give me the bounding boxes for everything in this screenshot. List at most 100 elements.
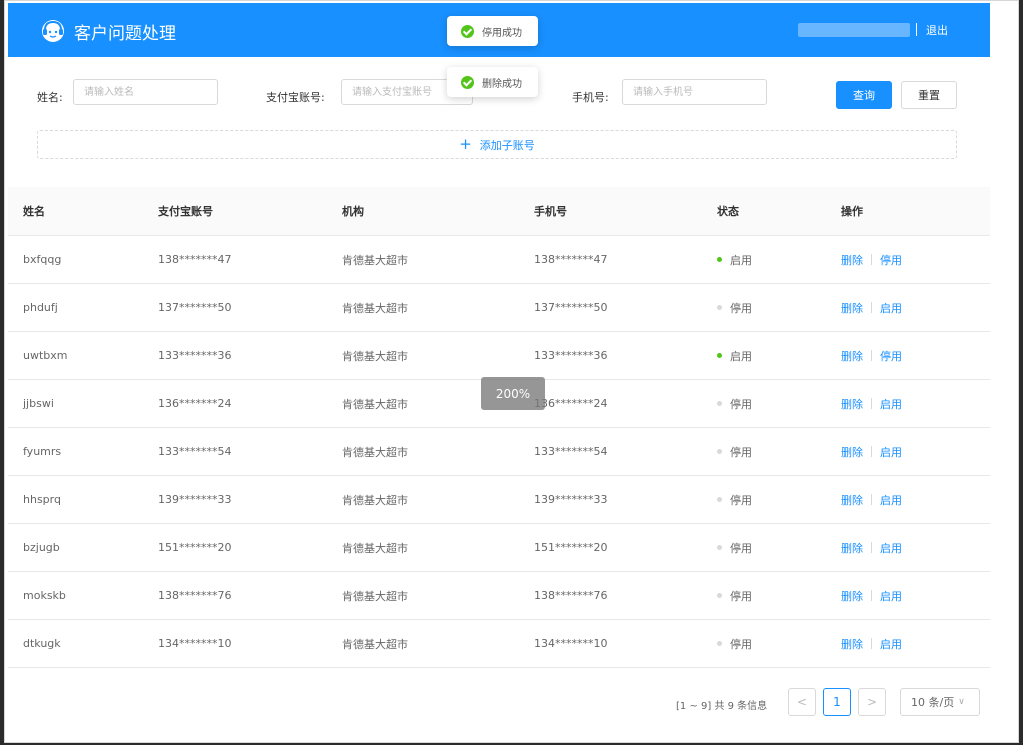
cell-org: 肯德基大超市	[342, 397, 408, 411]
pagination-info: [1 ~ 9] 共 9 条信息	[676, 701, 768, 712]
cell-alipay: 137*******50	[158, 301, 232, 314]
logout-link[interactable]: 退出	[926, 22, 948, 38]
cell-org: 肯德基大超市	[342, 301, 408, 315]
delete-link[interactable]: 删除	[841, 300, 863, 316]
toggle-status-link[interactable]: 停用	[880, 348, 902, 364]
zoom-indicator: 200%	[481, 377, 545, 410]
prev-page-button[interactable]: <	[788, 688, 816, 716]
delete-link[interactable]: 删除	[841, 636, 863, 652]
page-size-value: 10 条/页	[911, 696, 955, 709]
delete-link[interactable]: 删除	[841, 588, 863, 604]
cell-alipay: 138*******76	[158, 589, 232, 602]
action-divider	[871, 350, 872, 361]
toggle-status-link[interactable]: 启用	[880, 636, 902, 652]
table-row: mokskb 138*******76 肯德基大超市 138*******76 停用 删除…	[8, 572, 990, 620]
sub-account-table: 姓名 支付宝账号 机构 手机号 状态 操作 bxfqqg 138*******47…	[8, 187, 990, 668]
cell-phone: 134*******10	[534, 637, 608, 650]
toggle-status-link[interactable]: 停用	[880, 252, 902, 268]
header-divider	[916, 23, 917, 36]
reset-button[interactable]: 重置	[901, 81, 957, 109]
toggle-status-link[interactable]: 启用	[880, 300, 902, 316]
add-sub-account-label: 添加子账号	[479, 138, 535, 152]
name-input[interactable]	[73, 79, 218, 105]
cell-alipay: 136*******24	[158, 397, 232, 410]
column-header-phone: 手机号	[534, 205, 567, 218]
delete-link[interactable]: 删除	[841, 540, 863, 556]
toggle-status-link[interactable]: 启用	[880, 396, 902, 412]
page-1-button[interactable]: 1	[823, 688, 851, 716]
toast-text: 停用成功	[482, 27, 522, 39]
status-text: 启用	[730, 349, 752, 363]
status-dot-icon	[717, 401, 722, 406]
user-name-blurred	[798, 23, 910, 37]
cell-actions: 删除 启用	[841, 540, 902, 556]
toast-disable-success: 停用成功	[447, 16, 538, 46]
cell-actions: 删除 启用	[841, 492, 902, 508]
cell-org: 肯德基大超市	[342, 541, 408, 555]
delete-link[interactable]: 删除	[841, 492, 863, 508]
customer-service-logo-icon	[42, 20, 64, 42]
cell-name: phdufj	[23, 301, 58, 314]
table-row: phdufj 137*******50 肯德基大超市 137*******50 停用 删除…	[8, 284, 990, 332]
cell-org: 肯德基大超市	[342, 493, 408, 507]
status-dot-icon	[717, 353, 722, 358]
cell-org: 肯德基大超市	[342, 445, 408, 459]
table-row: bzjugb 151*******20 肯德基大超市 151*******20 停用 删除…	[8, 524, 990, 572]
column-header-alipay: 支付宝账号	[158, 205, 213, 218]
cell-alipay: 151*******20	[158, 541, 232, 554]
toggle-status-link[interactable]: 启用	[880, 540, 902, 556]
cell-status: 启用	[717, 252, 752, 268]
delete-link[interactable]: 删除	[841, 252, 863, 268]
cell-org: 肯德基大超市	[342, 589, 408, 603]
cell-status: 启用	[717, 348, 752, 364]
toggle-status-link[interactable]: 启用	[880, 444, 902, 460]
action-divider	[871, 590, 872, 601]
cell-actions: 删除 启用	[841, 444, 902, 460]
column-header-status: 状态	[717, 205, 739, 218]
cell-actions: 删除 启用	[841, 300, 902, 316]
delete-link[interactable]: 删除	[841, 348, 863, 364]
success-check-icon	[461, 75, 474, 89]
status-text: 停用	[730, 541, 752, 555]
status-dot-icon	[717, 545, 722, 550]
add-sub-account-button[interactable]: + 添加子账号	[37, 130, 957, 159]
action-divider	[871, 446, 872, 457]
status-text: 停用	[730, 493, 752, 507]
name-filter-label: 姓名:	[37, 91, 63, 104]
query-button[interactable]: 查询	[836, 81, 892, 109]
status-dot-icon	[717, 497, 722, 502]
column-header-org: 机构	[342, 205, 364, 218]
cell-name: dtkugk	[23, 637, 61, 650]
action-divider	[871, 254, 872, 265]
phone-input[interactable]	[622, 79, 767, 105]
action-divider	[871, 494, 872, 505]
cell-name: mokskb	[23, 589, 66, 602]
cell-alipay: 134*******10	[158, 637, 232, 650]
cell-name: bxfqqg	[23, 253, 62, 266]
column-header-name: 姓名	[23, 205, 45, 218]
table-row: hhsprq 139*******33 肯德基大超市 139*******33 停用 删除…	[8, 476, 990, 524]
table-row: fyumrs 133*******54 肯德基大超市 133*******54 停用 删除…	[8, 428, 990, 476]
toggle-status-link[interactable]: 启用	[880, 588, 902, 604]
action-divider	[871, 542, 872, 553]
plus-icon: +	[459, 135, 472, 153]
app-title: 客户问题处理	[74, 24, 176, 44]
status-text: 停用	[730, 637, 752, 651]
delete-link[interactable]: 删除	[841, 396, 863, 412]
next-page-button[interactable]: >	[858, 688, 886, 716]
table-header: 姓名 支付宝账号 机构 手机号 状态 操作	[8, 187, 990, 236]
cell-name: hhsprq	[23, 493, 61, 506]
cell-actions: 删除 启用	[841, 396, 902, 412]
status-dot-icon	[717, 449, 722, 454]
toggle-status-link[interactable]: 启用	[880, 492, 902, 508]
cell-phone: 137*******50	[534, 301, 608, 314]
cell-name: uwtbxm	[23, 349, 68, 362]
page-size-select[interactable]: 10 条/页 ∨	[900, 688, 980, 716]
cell-phone: 138*******76	[534, 589, 608, 602]
cell-actions: 删除 停用	[841, 348, 902, 364]
delete-link[interactable]: 删除	[841, 444, 863, 460]
cell-status: 停用	[717, 636, 752, 652]
toast-text: 删除成功	[482, 78, 522, 90]
cell-status: 停用	[717, 588, 752, 604]
cell-org: 肯德基大超市	[342, 637, 408, 651]
